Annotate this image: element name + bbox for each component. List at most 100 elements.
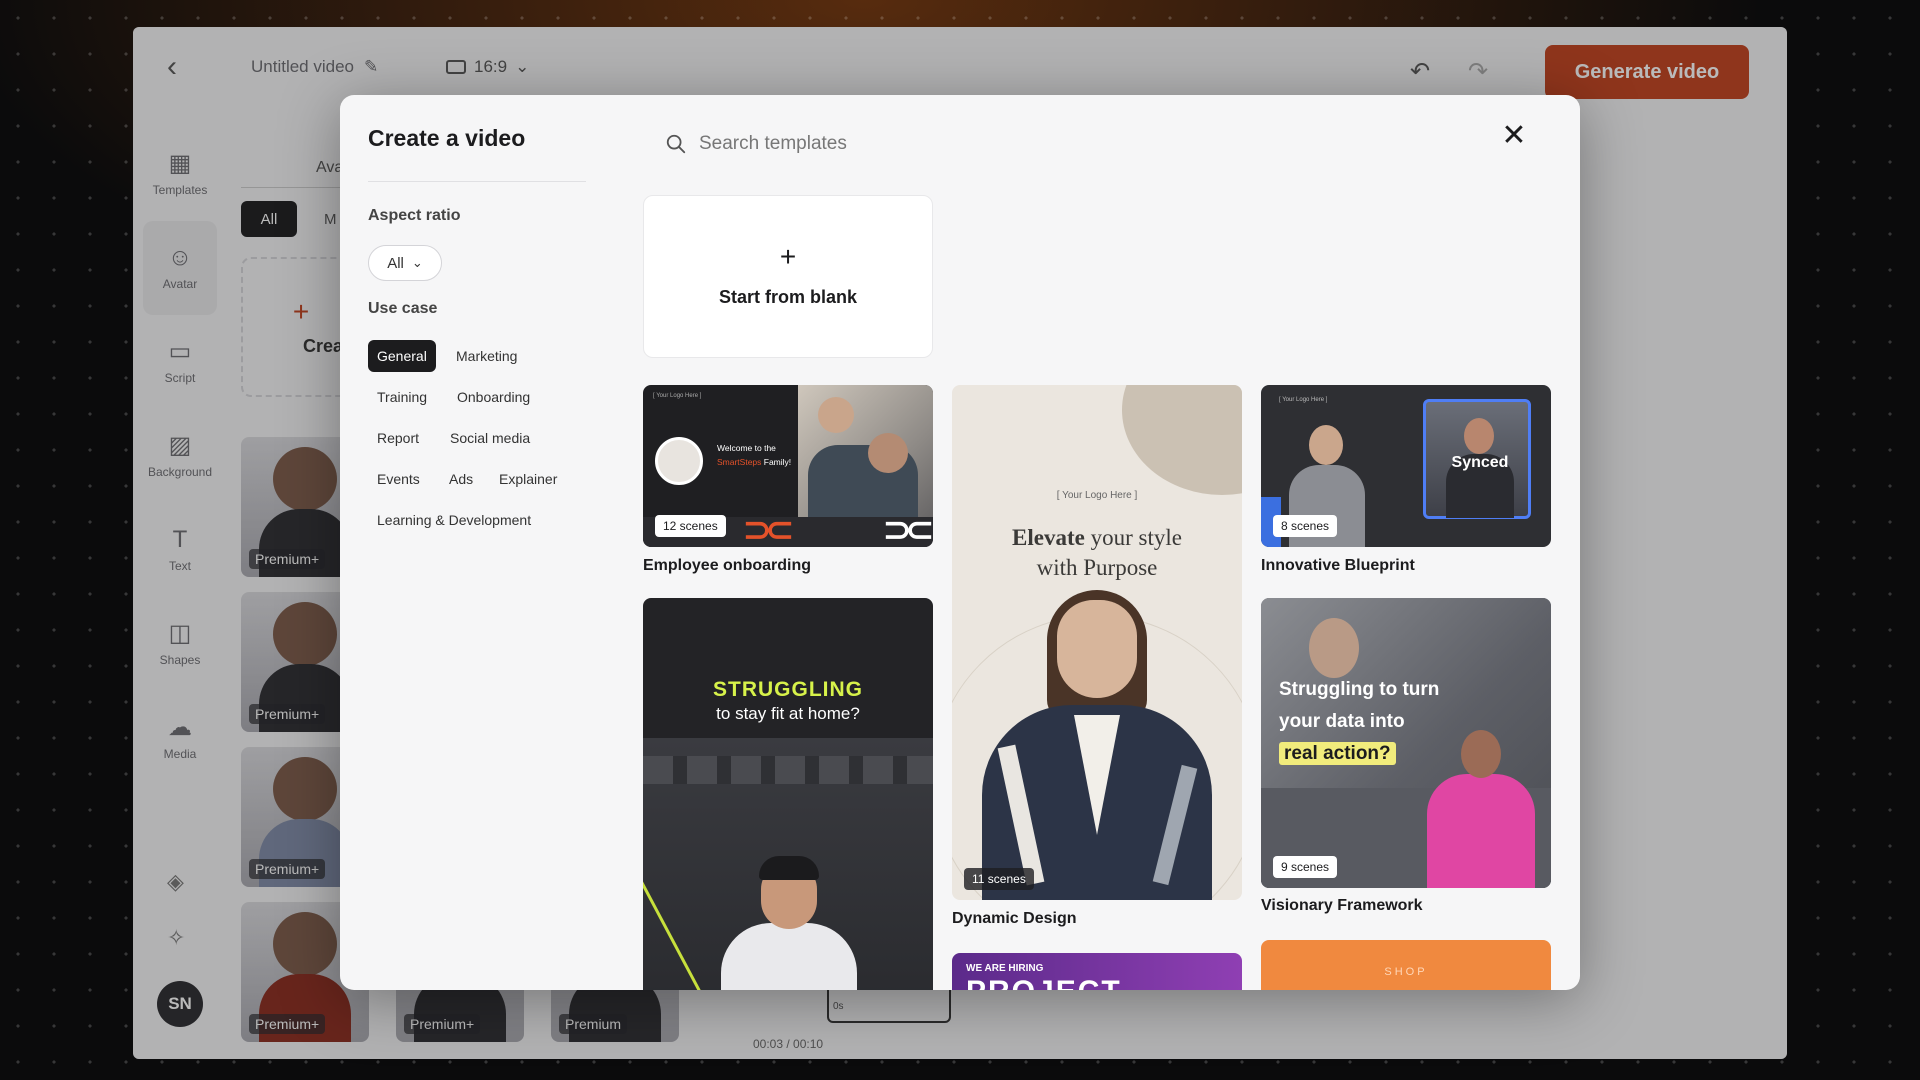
- headline-rest: your style: [1084, 525, 1182, 550]
- tag-icon[interactable]: ◈: [167, 869, 184, 895]
- template-logo-text: [ Your Logo Here ]: [1056, 490, 1138, 501]
- chevron-down-icon: ⌄: [515, 57, 530, 76]
- aspect-ratio-text: 16:9: [474, 57, 508, 76]
- user-avatar[interactable]: SN: [157, 981, 203, 1027]
- template-arc-shape: [1122, 385, 1242, 495]
- scenes-badge: 9 scenes: [1273, 856, 1338, 878]
- template-headline: STRUGGLING: [713, 678, 863, 701]
- scenes-badge: 11 scenes: [964, 868, 1034, 890]
- template-photo-person: [868, 433, 908, 473]
- template-innovative-blueprint[interactable]: [ Your Logo Here ] Synced 8 scenes: [1261, 385, 1551, 547]
- template-hiring[interactable]: WE ARE HIRING PROJECT: [952, 953, 1242, 990]
- chip-events[interactable]: Events: [368, 463, 429, 495]
- template-fitness[interactable]: STRUGGLING to stay fit at home?: [643, 598, 933, 990]
- rail-label: Shapes: [159, 653, 201, 667]
- redo-icon[interactable]: ↷: [1468, 57, 1488, 86]
- use-case-label: Use case: [368, 300, 438, 317]
- close-icon[interactable]: ✕: [1498, 121, 1530, 153]
- rail-label: Script: [164, 371, 196, 385]
- welcome-prefix: Welcome to the: [717, 443, 776, 453]
- rail-item-shapes[interactable]: ◫ Shapes: [133, 597, 227, 691]
- aspect-ratio-selector[interactable]: 16:9 ⌄: [446, 57, 529, 77]
- template-name: Innovative Blueprint: [1261, 557, 1415, 574]
- template-window-bars: [643, 756, 933, 784]
- premium-badge: Premium: [559, 1014, 628, 1034]
- undo-icon[interactable]: ↶: [1410, 57, 1430, 86]
- premium-badge: Premium+: [249, 549, 326, 569]
- chip-explainer[interactable]: Explainer: [490, 463, 566, 495]
- chip-ads[interactable]: Ads: [440, 463, 482, 495]
- aspect-ratio-select[interactable]: All ⌄: [368, 245, 442, 281]
- left-rail: ▦ Templates ☺ Avatar ▭ Script ▨ Backgrou…: [133, 127, 227, 785]
- template-photo-person: [818, 397, 854, 433]
- search-bar: [645, 121, 1045, 167]
- create-video-modal: Create a video ✕ Aspect ratio All ⌄ Use …: [340, 95, 1580, 990]
- script-icon: ▭: [168, 338, 192, 365]
- rail-item-media[interactable]: ☁ Media: [133, 691, 227, 785]
- chip-training[interactable]: Training: [368, 381, 436, 413]
- presenter-body: [721, 923, 857, 990]
- template-overlay-text: Synced: [1451, 454, 1509, 471]
- search-icon: [666, 134, 686, 154]
- rail-item-templates[interactable]: ▦ Templates: [133, 127, 227, 221]
- magic-wand-icon[interactable]: ✧: [167, 925, 185, 951]
- template-title: SHOP: [1384, 966, 1428, 978]
- template-logo-text: [ Your Logo Here ]: [1279, 397, 1328, 403]
- template-employee-onboarding[interactable]: [ Your Logo Here ] Welcome to the SmartS…: [643, 385, 933, 547]
- template-name: Dynamic Design: [952, 910, 1077, 927]
- template-title: PROJECT: [966, 975, 1122, 990]
- back-button[interactable]: ‹: [167, 52, 197, 84]
- headline-bold: Elevate: [1012, 525, 1085, 550]
- rail-item-text[interactable]: T Text: [133, 503, 227, 597]
- chip-learning-development[interactable]: Learning & Development: [368, 504, 540, 536]
- presenter-body: [1427, 774, 1535, 888]
- plus-icon: +: [292, 295, 310, 327]
- template-dynamic-design[interactable]: [ Your Logo Here ] Elevate your style wi…: [952, 385, 1242, 900]
- templates-icon: ▦: [168, 150, 192, 177]
- premium-badge: Premium+: [249, 704, 326, 724]
- template-subheadline: to stay fit at home?: [716, 704, 860, 723]
- chip-marketing[interactable]: Marketing: [447, 340, 526, 372]
- model-face: [1057, 600, 1137, 698]
- chip-social-media[interactable]: Social media: [441, 422, 539, 454]
- clip-label: 0s: [833, 1001, 844, 1012]
- plus-icon: +: [779, 241, 797, 272]
- screen-ratio-icon: [446, 60, 466, 74]
- avatar-head: [273, 602, 337, 666]
- generate-video-button[interactable]: Generate video: [1545, 45, 1749, 99]
- filter-my-button[interactable]: M: [324, 211, 337, 228]
- start-from-blank-card[interactable]: + Start from blank: [643, 195, 933, 358]
- start-blank-label: Start from blank: [718, 287, 858, 307]
- rail-item-script[interactable]: ▭ Script: [133, 315, 227, 409]
- rail-label: Templates: [152, 183, 208, 197]
- rail-item-background[interactable]: ▨ Background: [133, 409, 227, 503]
- rail-label: Background: [147, 465, 213, 479]
- edit-pencil-icon[interactable]: ✎: [364, 57, 378, 77]
- search-input[interactable]: [699, 133, 1019, 155]
- brand-mark-shape: ⊃⊂: [743, 511, 794, 547]
- premium-badge: Premium+: [404, 1014, 481, 1034]
- chip-onboarding[interactable]: Onboarding: [448, 381, 539, 413]
- template-video-frame: Synced: [1423, 399, 1531, 519]
- chip-general[interactable]: General: [368, 340, 436, 372]
- chip-report[interactable]: Report: [368, 422, 428, 454]
- presenter-hair: [759, 856, 819, 880]
- modal-divider: [368, 181, 586, 182]
- text-icon: T: [172, 526, 188, 553]
- premium-badge: Premium+: [249, 1014, 326, 1034]
- template-shop[interactable]: SHOP: [1261, 940, 1551, 990]
- headline-highlight: real action?: [1279, 742, 1396, 765]
- video-title[interactable]: Untitled video ✎: [251, 57, 378, 77]
- rail-item-avatar[interactable]: ☺ Avatar: [143, 221, 217, 315]
- template-kicker: WE ARE HIRING: [966, 963, 1044, 974]
- video-title-text: Untitled video: [251, 57, 355, 76]
- avatar-head: [273, 447, 337, 511]
- presenter-head: [1461, 730, 1501, 778]
- rail-label: Media: [163, 747, 197, 761]
- aspect-ratio-label: Aspect ratio: [368, 207, 461, 224]
- shapes-icon: ◫: [168, 620, 192, 647]
- template-visionary-framework[interactable]: Struggling to turn your data into real a…: [1261, 598, 1551, 888]
- filter-all-button[interactable]: All: [241, 201, 297, 237]
- avatar-icon: ☺: [167, 244, 193, 271]
- template-name: Employee onboarding: [643, 557, 812, 574]
